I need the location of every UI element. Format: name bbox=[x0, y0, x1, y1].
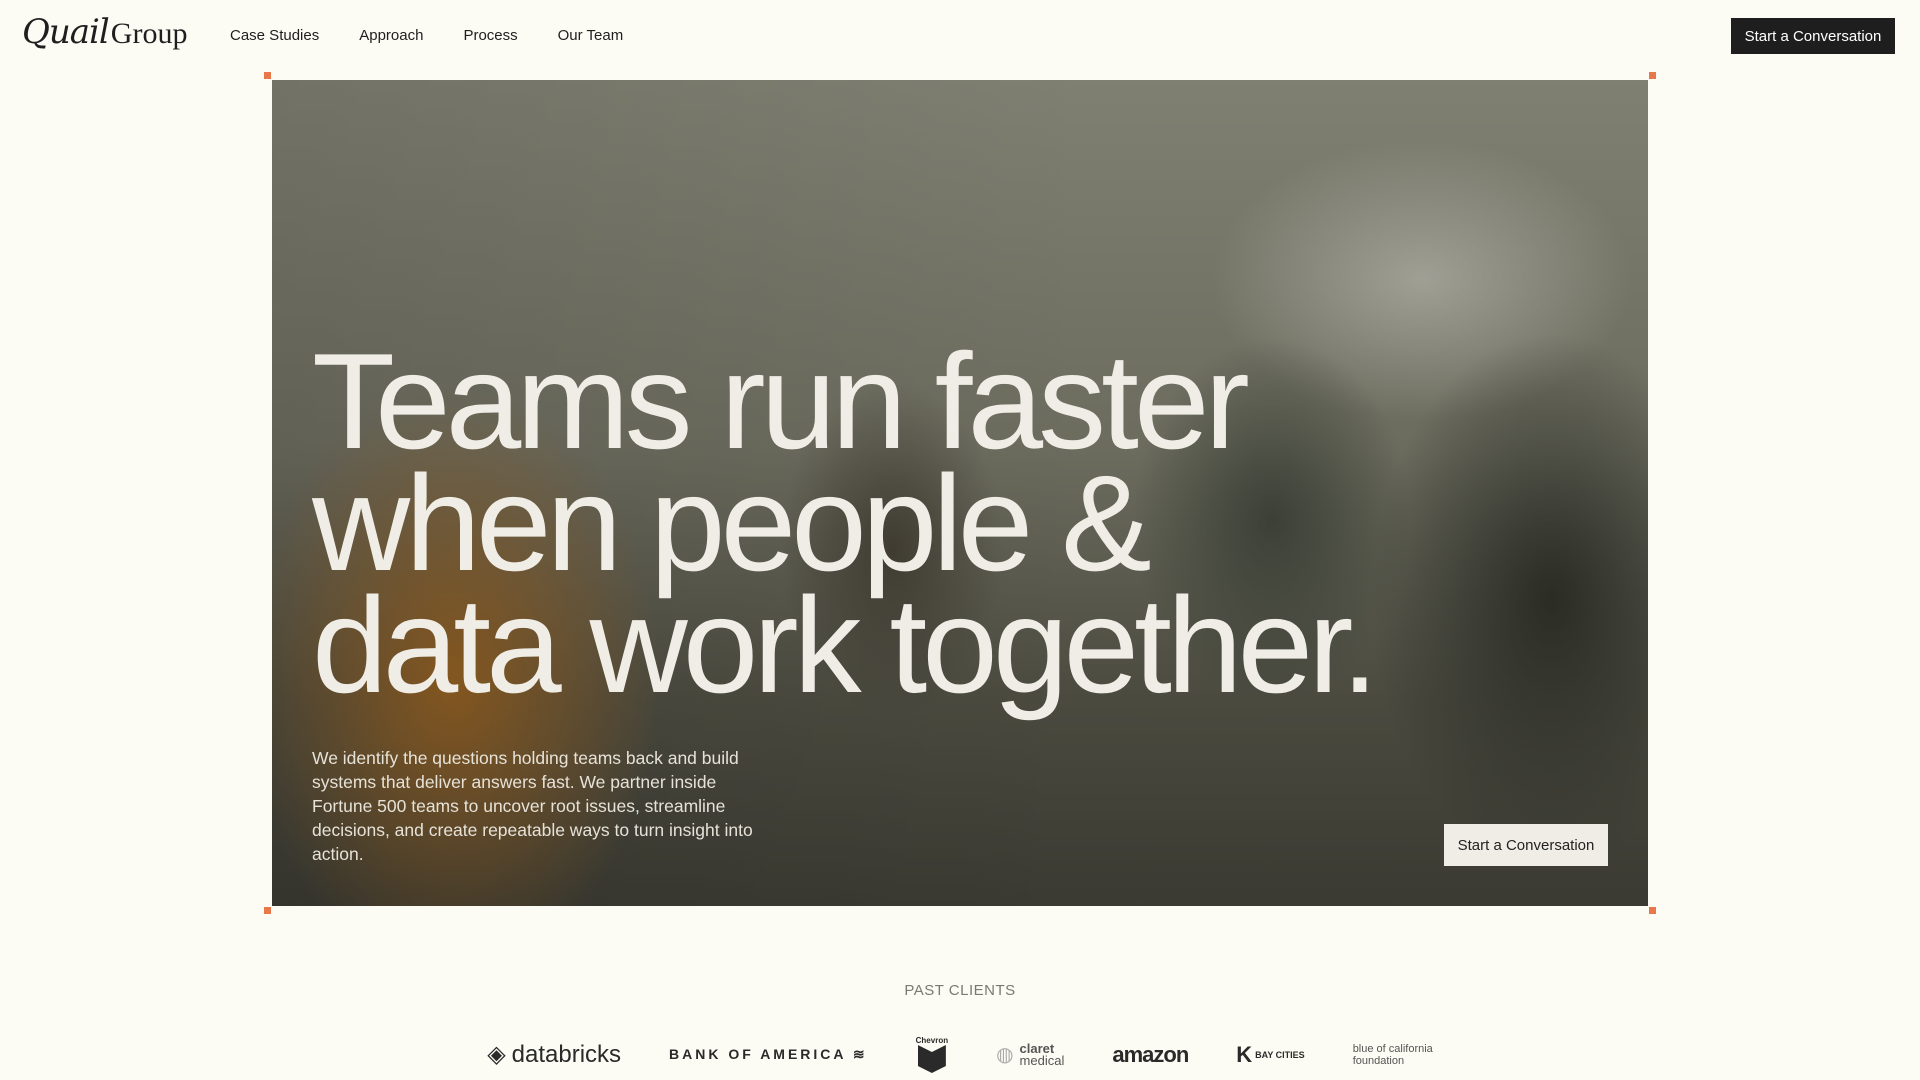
logo-text: BANK OF AMERICA bbox=[669, 1046, 847, 1062]
headline-line: data work together. bbox=[312, 569, 1379, 721]
hero-start-conversation-button[interactable]: Start a Conversation bbox=[1444, 824, 1608, 866]
flag-icon: ≋ bbox=[852, 1046, 868, 1062]
nav-process[interactable]: Process bbox=[463, 27, 517, 44]
bank-of-america-logo: BANK OF AMERICA ≋ bbox=[669, 1046, 868, 1063]
hero-description: We identify the questions holding teams … bbox=[312, 748, 753, 864]
layers-icon: ◈ bbox=[487, 1041, 506, 1068]
hero-headline: Teams run faster when people & data work… bbox=[312, 325, 1379, 721]
resize-handle[interactable] bbox=[1649, 72, 1656, 79]
logo[interactable]: Quail Group bbox=[22, 12, 187, 52]
logo-text: BAY CITIES bbox=[1255, 1049, 1305, 1060]
headline-line: when people & bbox=[312, 447, 1152, 599]
nav-approach[interactable]: Approach bbox=[359, 27, 423, 44]
logo-text: blue of california bbox=[1352, 1042, 1433, 1055]
claret-medical-logo: ◍ claret medical bbox=[996, 1042, 1065, 1068]
nav-case-studies[interactable]: Case Studies bbox=[230, 27, 319, 44]
resize-handle[interactable] bbox=[1649, 907, 1656, 914]
dot-globe-icon: ◍ bbox=[996, 1043, 1014, 1066]
k-mark-icon: K bbox=[1236, 1041, 1253, 1067]
logo-name: Group bbox=[110, 17, 188, 50]
amazon-logo: amazon bbox=[1112, 1041, 1189, 1067]
chevron-logo: Chevron bbox=[916, 1036, 948, 1073]
headline-line: Teams run faster bbox=[312, 325, 1250, 477]
logo-text: medical bbox=[1019, 1052, 1065, 1068]
nav-our-team[interactable]: Our Team bbox=[558, 27, 624, 44]
client-logos: ◈ databricks BANK OF AMERICA ≋ Chevron ◍ c… bbox=[0, 1036, 1920, 1073]
start-conversation-button[interactable]: Start a Conversation bbox=[1731, 18, 1895, 54]
resize-handle[interactable] bbox=[264, 72, 271, 79]
logo-text: Chevron bbox=[915, 1036, 949, 1045]
bay-cities-logo: K BAY CITIES bbox=[1236, 1042, 1304, 1068]
chevron-icon bbox=[917, 1045, 946, 1073]
databricks-logo: ◈ databricks bbox=[487, 1040, 621, 1069]
past-clients-heading: PAST CLIENTS bbox=[904, 982, 1016, 999]
blue-shield-foundation-logo: blue of california foundation bbox=[1353, 1043, 1433, 1067]
main-nav: Case Studies Approach Process Our Team bbox=[230, 27, 623, 44]
resize-handle[interactable] bbox=[264, 907, 271, 914]
logo-text: databricks bbox=[511, 1040, 622, 1068]
logo-text: foundation bbox=[1352, 1054, 1405, 1067]
logo-script: Quail bbox=[22, 12, 110, 52]
